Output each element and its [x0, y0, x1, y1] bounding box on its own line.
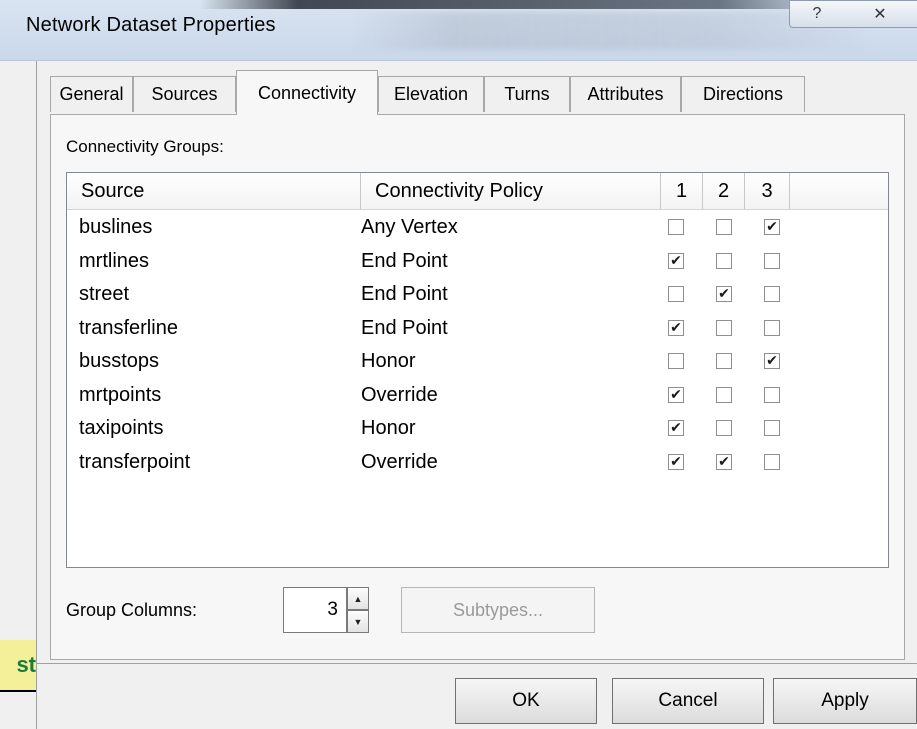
policy-cell[interactable]: Any Vertex — [361, 216, 458, 239]
group-2-checkbox[interactable] — [716, 219, 732, 235]
group-2-checkbox[interactable] — [716, 420, 732, 436]
table-row[interactable]: transferpoint Override ✔ ✔ — [67, 448, 888, 481]
group-2-checkbox[interactable] — [716, 353, 732, 369]
subtypes-button[interactable]: Subtypes... — [401, 587, 595, 633]
column-header-policy[interactable]: Connectivity Policy — [361, 173, 661, 209]
cancel-button[interactable]: Cancel — [612, 678, 764, 724]
caret-down-icon: ▼ — [353, 616, 363, 627]
tab-connectivity[interactable]: Connectivity — [236, 70, 378, 115]
policy-cell[interactable]: End Point — [361, 283, 448, 306]
close-button[interactable]: ✕ — [843, 0, 917, 28]
tab-elevation[interactable]: Elevation — [378, 76, 484, 112]
apply-button[interactable]: Apply — [773, 678, 917, 724]
source-cell: mrtpoints — [79, 383, 162, 406]
group-1-checkbox[interactable]: ✔ — [668, 453, 684, 470]
help-button[interactable]: ? — [789, 0, 845, 28]
table-row[interactable]: taxipoints Honor ✔ — [67, 414, 888, 447]
group-columns-label: Group Columns: — [66, 600, 198, 620]
group-1-checkbox[interactable]: ✔ — [668, 386, 684, 403]
column-header-group-3[interactable]: 3 — [745, 173, 790, 209]
policy-cell[interactable]: End Point — [361, 317, 448, 340]
ok-button[interactable]: OK — [455, 678, 597, 724]
source-cell: mrtlines — [79, 249, 150, 272]
connectivity-groups-list[interactable]: Source Connectivity Policy 1 2 3 busline… — [66, 172, 889, 568]
policy-cell[interactable]: End Point — [361, 250, 448, 273]
source-cell: buslines — [79, 216, 153, 238]
group-1-checkbox[interactable]: ✔ — [668, 319, 684, 336]
group-3-checkbox[interactable] — [764, 286, 780, 302]
table-row[interactable]: transferline End Point ✔ — [67, 314, 888, 347]
group-1-checkbox[interactable]: ✔ — [668, 420, 684, 436]
table-row[interactable]: busstops Honor ✔ — [67, 347, 888, 380]
connectivity-panel: Connectivity Groups: Source Connectivity… — [50, 114, 905, 660]
window-title: Network Dataset Properties — [26, 14, 276, 36]
group-columns-value: 3 — [327, 599, 338, 620]
background-slide-fragment: st — [0, 640, 36, 690]
group-3-checkbox[interactable] — [764, 386, 780, 403]
dialog-left-border — [36, 61, 37, 729]
group-3-checkbox[interactable]: ✔ — [764, 219, 780, 235]
tab-attributes[interactable]: Attributes — [570, 76, 681, 112]
tab-general[interactable]: General — [50, 76, 133, 112]
tab-sources[interactable]: Sources — [133, 76, 236, 112]
table-row[interactable]: mrtlines End Point ✔ — [67, 247, 888, 280]
table-row[interactable]: buslines Any Vertex ✔ — [67, 213, 888, 246]
group-columns-stepper: ▲ ▼ — [347, 587, 369, 633]
spin-down-button[interactable]: ▼ — [347, 610, 369, 633]
column-header-source[interactable]: Source — [67, 173, 361, 209]
source-cell: busstops — [79, 350, 160, 372]
group-1-checkbox[interactable] — [668, 353, 684, 369]
policy-cell[interactable]: Honor — [361, 417, 415, 440]
group-2-checkbox[interactable] — [716, 386, 732, 403]
group-3-checkbox[interactable] — [764, 319, 780, 336]
group-1-checkbox[interactable]: ✔ — [668, 252, 684, 269]
group-2-checkbox[interactable] — [716, 319, 732, 336]
group-3-checkbox[interactable] — [764, 453, 780, 470]
group-2-checkbox[interactable]: ✔ — [716, 286, 732, 302]
tab-turns[interactable]: Turns — [484, 76, 570, 112]
title-bar-backdrop — [200, 0, 850, 9]
help-icon: ? — [812, 5, 822, 22]
column-header-group-1[interactable]: 1 — [661, 173, 703, 209]
footer-separator — [36, 663, 917, 664]
group-3-checkbox[interactable]: ✔ — [764, 353, 780, 369]
group-2-checkbox[interactable] — [716, 252, 732, 269]
source-cell: transferline — [79, 316, 178, 339]
group-3-checkbox[interactable] — [764, 252, 780, 269]
list-header: Source Connectivity Policy 1 2 3 — [67, 173, 888, 210]
group-2-checkbox[interactable]: ✔ — [716, 453, 732, 470]
close-icon: ✕ — [873, 6, 887, 23]
group-1-checkbox[interactable] — [668, 286, 684, 302]
tab-directions[interactable]: Directions — [681, 76, 805, 112]
background-underline — [0, 690, 36, 692]
connectivity-groups-label: Connectivity Groups: — [66, 137, 224, 156]
group-1-checkbox[interactable] — [668, 219, 684, 235]
source-cell: street — [79, 283, 130, 305]
source-cell: taxipoints — [79, 417, 164, 439]
table-row[interactable]: mrtpoints Override ✔ — [67, 381, 888, 414]
caret-up-icon: ▲ — [353, 593, 363, 604]
column-header-group-2[interactable]: 2 — [703, 173, 745, 209]
title-bar: Network Dataset Properties ? ✕ — [0, 0, 917, 61]
source-cell: transferpoint — [79, 450, 191, 473]
policy-cell[interactable]: Override — [361, 384, 438, 407]
policy-cell[interactable]: Override — [361, 451, 438, 474]
spin-up-button[interactable]: ▲ — [347, 587, 369, 610]
dialog-body: General Sources Connectivity Elevation T… — [0, 61, 917, 729]
group-columns-input[interactable]: 3 — [283, 587, 347, 633]
group-3-checkbox[interactable] — [764, 420, 780, 436]
policy-cell[interactable]: Honor — [361, 350, 415, 373]
table-row[interactable]: street End Point ✔ — [67, 280, 888, 313]
